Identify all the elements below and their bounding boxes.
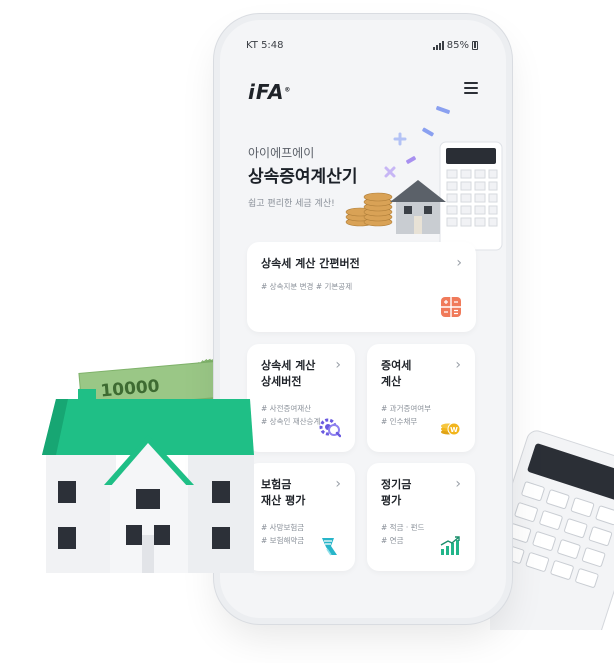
phone-mockup: KT 5:48 85% iFA® 아이에프에이 상속증여계산기 쉽고 편리한 세… [220, 20, 506, 618]
card-tags: # 과거증여여부 # 인수채무 [381, 404, 432, 426]
card-inheritance-detailed[interactable]: 상속세 계산 상세버전 › # 사전증여재산 # 상속인 재산승계 [247, 344, 355, 452]
growth-chart-icon [440, 536, 460, 555]
card-title: 증여세 계산 [381, 359, 412, 388]
svg-text:W: W [450, 426, 458, 434]
card-title: 정기금 평가 [381, 478, 412, 507]
status-battery: 85% [432, 40, 478, 51]
card-tags: # 사망보험금 # 보험해약금 [261, 523, 305, 545]
calculator-icon [441, 297, 461, 317]
card-tags: # 사전증여재산 # 상속인 재산승계 [261, 404, 321, 426]
gear-search-icon [319, 418, 341, 438]
chevron-right-icon: › [455, 357, 461, 373]
chevron-right-icon: › [335, 476, 341, 492]
status-time: KT 5:48 [246, 40, 284, 51]
card-tags: # 상속지분 변경 # 기본공제 [261, 282, 353, 291]
insurance-hand-icon [322, 538, 337, 556]
chevron-right-icon: › [455, 476, 461, 492]
card-inheritance-simple[interactable]: 상속세 계산 간편버전 › # 상속지분 변경 # 기본공제 [247, 242, 476, 332]
hamburger-menu-icon[interactable] [464, 82, 478, 94]
chevron-right-icon: › [335, 357, 341, 373]
hero-subtitle: 아이에프에이 [248, 146, 315, 160]
app-logo[interactable]: iFA® [248, 80, 291, 104]
battery-percent: 85% [446, 40, 469, 51]
card-tags: # 적금 · 펀드 # 연금 [381, 523, 425, 545]
card-insurance-valuation[interactable]: 보험금 재산 평가 › # 사망보험금 # 보험해약금 [247, 463, 355, 571]
coins-icon: W [441, 422, 461, 436]
house-image [42, 389, 254, 573]
card-title: 상속세 계산 간편버전 [261, 257, 360, 270]
card-annuity-valuation[interactable]: 정기금 평가 › # 적금 · 펀드 # 연금 [367, 463, 475, 571]
signal-icon [432, 41, 444, 50]
card-title: 상속세 계산 상세버전 [261, 359, 316, 388]
status-bar: KT 5:48 85% [220, 20, 506, 58]
card-gift-tax[interactable]: 증여세 계산 › # 과거증여여부 # 인수채무 W [367, 344, 475, 452]
hero-illustration [345, 106, 503, 251]
calculator-image [490, 430, 614, 630]
chevron-right-icon: › [456, 255, 462, 271]
card-title: 보험금 재산 평가 [261, 478, 306, 507]
hero-description: 쉽고 편리한 세금 계산! [248, 199, 335, 209]
battery-icon [472, 41, 478, 50]
